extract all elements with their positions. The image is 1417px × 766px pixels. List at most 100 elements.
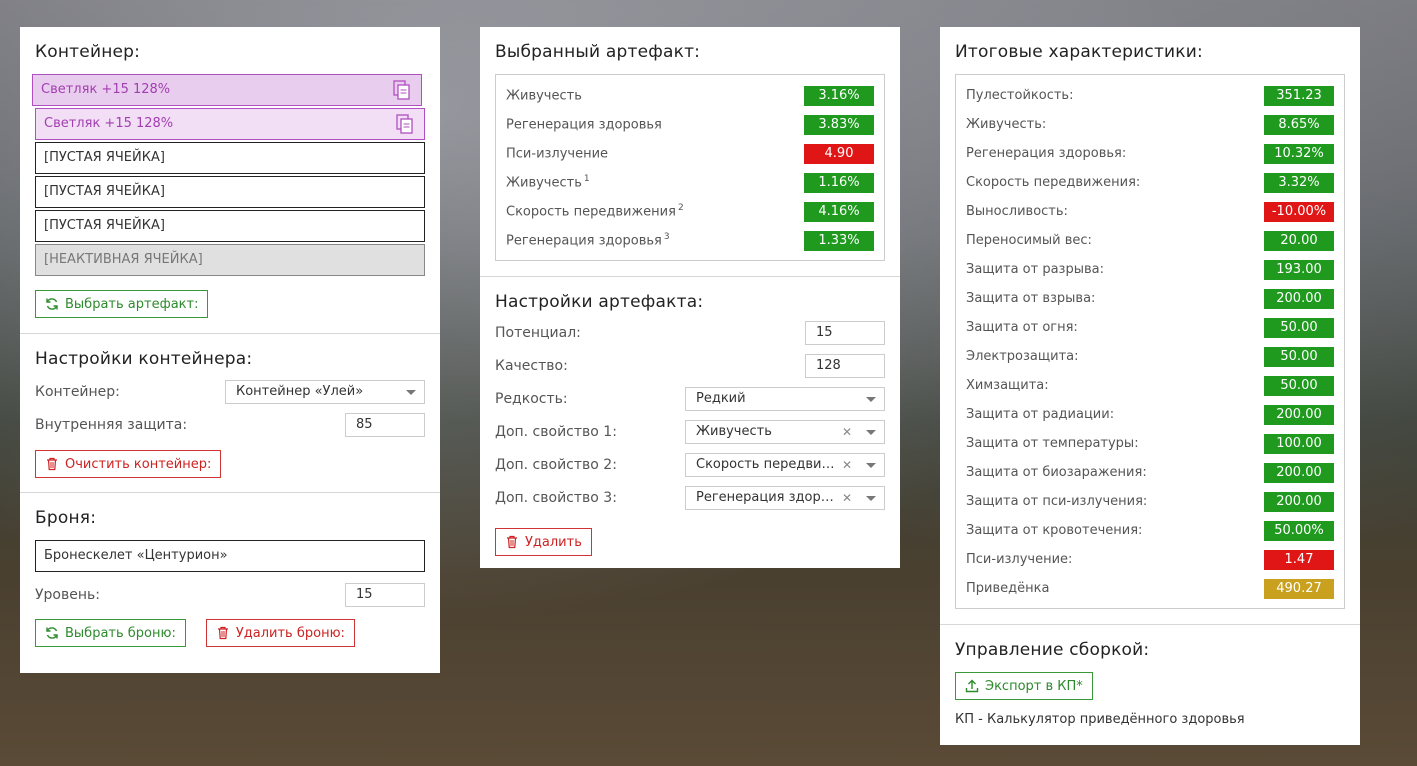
- artifact-stat-row: Регенерация здоровья 3.83%: [506, 110, 874, 139]
- armor-level-input[interactable]: 15: [345, 582, 425, 607]
- refresh-icon: [46, 627, 58, 639]
- total-stat-row: Защита от пси-излучения: 200.00: [966, 487, 1334, 516]
- button-label: Удалить броню:: [235, 625, 345, 641]
- artifact-stat-row: Живучесть 3.16%: [506, 81, 874, 110]
- stat-value: 3.32%: [1264, 172, 1334, 193]
- stat-value: 200.00: [1264, 462, 1334, 483]
- extra1-row: Доп. свойство 1: Живучесть ✕: [495, 415, 885, 448]
- inner-protection-label: Внутренняя защита:: [35, 416, 188, 433]
- total-stat-row: Живучесть: 8.65%: [966, 110, 1334, 139]
- chevron-down-icon: [866, 495, 876, 501]
- trash-icon: [507, 535, 517, 549]
- stat-value: 3.83%: [804, 114, 874, 135]
- button-label: Выбрать броню:: [65, 625, 176, 641]
- copy-icon[interactable]: [396, 114, 414, 134]
- extra2-row: Доп. свойство 2: Скорость передвижения ✕: [495, 448, 885, 481]
- container-type-select[interactable]: Контейнер «Улей»: [225, 379, 425, 404]
- armor-level-row: Уровень: 15: [35, 578, 425, 611]
- delete-armor-button[interactable]: Удалить броню:: [205, 619, 355, 647]
- stat-value: 50.00: [1264, 375, 1334, 396]
- stat-label: Электрозащита:: [966, 349, 1079, 364]
- stat-label: Пси-излучение:: [966, 552, 1073, 567]
- container-slot-3[interactable]: [ПУСТАЯ ЯЧЕЙКА]: [35, 142, 425, 174]
- container-slot-5[interactable]: [ПУСТАЯ ЯЧЕЙКА]: [35, 210, 425, 242]
- extra3-select[interactable]: Регенерация здоровья ✕: [685, 485, 885, 510]
- container-settings-title: Настройки контейнера:: [35, 349, 253, 369]
- container-section: Контейнер: Светляк +15 128% Светляк +15 …: [20, 27, 440, 333]
- stat-value: 351.23: [1264, 85, 1334, 106]
- stat-label: Защита от температуры:: [966, 436, 1139, 451]
- delete-artifact-button[interactable]: Удалить: [495, 528, 592, 556]
- stat-label: Химзащита:: [966, 378, 1049, 393]
- extra2-label: Доп. свойство 2:: [495, 456, 617, 473]
- stat-value: 3.16%: [804, 85, 874, 106]
- total-stat-row: Переносимый вес: 20.00: [966, 226, 1334, 255]
- extra2-select[interactable]: Скорость передвижения ✕: [685, 452, 885, 477]
- total-stat-row: Скорость передвижения: 3.32%: [966, 168, 1334, 197]
- upload-icon: [965, 679, 979, 693]
- stat-label: Переносимый вес:: [966, 233, 1092, 248]
- stat-label: Живучесть:: [966, 117, 1047, 132]
- copy-icon[interactable]: [393, 80, 411, 100]
- container-slot-4[interactable]: [ПУСТАЯ ЯЧЕЙКА]: [35, 176, 425, 208]
- stat-label: Защита от разрыва:: [966, 262, 1104, 277]
- inner-protection-input[interactable]: 85: [345, 412, 425, 437]
- total-stat-row: Защита от взрыва: 200.00: [966, 284, 1334, 313]
- totals-stats: Пулестойкость: 351.23 Живучесть: 8.65% Реген…: [955, 74, 1345, 609]
- button-label: Удалить: [525, 534, 582, 550]
- stat-value: 4.90: [804, 143, 874, 164]
- total-stat-row: Защита от радиации: 200.00: [966, 400, 1334, 429]
- extra1-select[interactable]: Живучесть ✕: [685, 419, 885, 444]
- export-button[interactable]: Экспорт в КП*: [955, 672, 1093, 700]
- stat-label: Защита от огня:: [966, 320, 1078, 335]
- stat-value: 1.16%: [804, 172, 874, 193]
- stat-label: Защита от биозаражения:: [966, 465, 1147, 480]
- container-slot-2[interactable]: Светляк +15 128%: [35, 108, 425, 140]
- selected-artifact-section: Выбранный артефакт: Живучесть 3.16% Реген…: [480, 27, 900, 276]
- total-stat-row: Электрозащита: 50.00: [966, 342, 1334, 371]
- armor-name-field[interactable]: Бронескелет «Центурион»: [35, 540, 425, 572]
- slot-label: Светляк +15 128%: [44, 116, 174, 131]
- armor-level-label: Уровень:: [35, 586, 100, 603]
- stat-value: 1.33%: [804, 230, 874, 251]
- stat-label: Защита от пси-излучения:: [966, 494, 1148, 509]
- close-icon[interactable]: ✕: [842, 487, 852, 509]
- stat-label: Защита от радиации:: [966, 407, 1115, 422]
- select-armor-button[interactable]: Выбрать броню:: [35, 619, 186, 647]
- stat-value: 10.32%: [1264, 143, 1334, 164]
- chevron-down-icon: [866, 462, 876, 468]
- right-panel: Итоговые характеристики: Пулестойкость: 3…: [940, 27, 1360, 745]
- slot-label: [НЕАКТИВНАЯ ЯЧЕЙКА]: [44, 252, 203, 267]
- total-stat-row: Защита от разрыва: 193.00: [966, 255, 1334, 284]
- stat-value: 50.00: [1264, 317, 1334, 338]
- select-artifact-button[interactable]: Выбрать артефакт:: [35, 290, 209, 318]
- close-icon[interactable]: ✕: [842, 421, 852, 443]
- potential-input[interactable]: 15: [805, 320, 885, 345]
- button-label: Очистить контейнер:: [65, 456, 212, 472]
- stat-label: Скорость передвижения:: [966, 175, 1141, 190]
- total-stat-row: Пулестойкость: 351.23: [966, 81, 1334, 110]
- container-slot-1[interactable]: Светляк +15 128%: [32, 74, 422, 106]
- selected-artifact-title: Выбранный артефакт:: [495, 42, 701, 62]
- close-icon[interactable]: ✕: [842, 454, 852, 476]
- stat-label: Защита от взрыва:: [966, 291, 1096, 306]
- extra3-row: Доп. свойство 3: Регенерация здоровья ✕: [495, 481, 885, 514]
- selected-artifact-stats: Живучесть 3.16% Регенерация здоровья 3.83%…: [495, 74, 885, 261]
- rarity-select[interactable]: Редкий: [685, 386, 885, 411]
- total-stat-row: Защита от огня: 50.00: [966, 313, 1334, 342]
- total-stat-row: Защита от кровотечения: 50.00%: [966, 516, 1334, 545]
- refresh-icon: [46, 298, 58, 310]
- button-label: Выбрать артефакт:: [65, 296, 199, 312]
- armor-section: Броня: Бронескелет «Центурион» Уровень: …: [20, 492, 440, 661]
- armor-title: Броня:: [35, 508, 97, 528]
- stat-label: Выносливость:: [966, 204, 1068, 219]
- button-label: Экспорт в КП*: [985, 678, 1083, 694]
- total-stat-row: Выносливость: -10.00%: [966, 197, 1334, 226]
- chevron-down-icon: [866, 429, 876, 435]
- stat-label: Регенерация здоровья:: [966, 146, 1127, 161]
- trash-icon: [47, 457, 57, 471]
- totals-title: Итоговые характеристики:: [955, 42, 1203, 62]
- build-management-title: Управление сборкой:: [955, 640, 1150, 660]
- clear-container-button[interactable]: Очистить контейнер:: [35, 450, 222, 478]
- quality-input[interactable]: 128: [805, 353, 885, 378]
